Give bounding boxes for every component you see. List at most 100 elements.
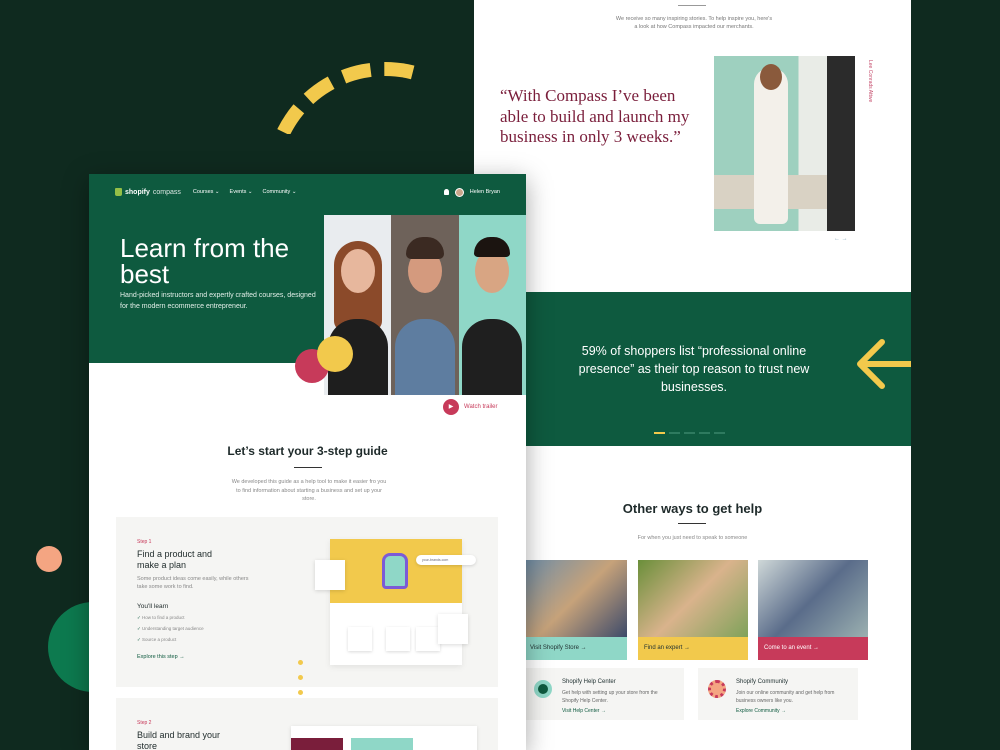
shopify-compass-logo[interactable]: shopify compass: [115, 188, 181, 196]
nav-item-events[interactable]: Events ⌄: [230, 189, 253, 195]
nav-label: Courses: [192, 189, 214, 195]
stat-band: 59% of shoppers list “professional onlin…: [474, 292, 911, 446]
help-card-label: Find an expert →: [638, 637, 748, 660]
top-nav: shopify compass Courses ⌄ Events ⌄ Commu…: [115, 186, 500, 198]
help-card-image: [524, 560, 627, 637]
learn-list: How to find a product Understanding targ…: [137, 615, 204, 648]
testimonial-quote: “With Compass I’ve been able to build an…: [500, 86, 690, 147]
help-card-label: Visit Shopify Store →: [524, 637, 627, 660]
carousel-dots[interactable]: [654, 432, 725, 434]
connector-dot: [298, 660, 303, 665]
arrow-left-icon[interactable]: [854, 334, 911, 394]
learn-item: Source a product: [137, 637, 204, 643]
resource-link[interactable]: Visit Help Center →: [562, 708, 674, 716]
resource-title: Shopify Community: [736, 679, 789, 685]
logo-brand: shopify: [125, 188, 150, 196]
community-icon: [708, 680, 726, 698]
step-title: Build and brand your store: [137, 730, 221, 750]
step-description: Some product ideas come easily, while ot…: [137, 576, 249, 591]
resource-link-text[interactable]: Explore Community: [736, 708, 780, 714]
section-rule: [294, 467, 322, 468]
guide-subtitle: We developed this guide as a help tool t…: [231, 479, 387, 503]
help-card-expert[interactable]: Find an expert →: [638, 560, 748, 660]
help-card-label: Come to an event →: [758, 637, 868, 660]
guide-title: Let’s start your 3-step guide: [227, 444, 388, 458]
play-icon: ▶: [443, 399, 459, 415]
help-card-store[interactable]: Visit Shopify Store →: [524, 560, 627, 660]
url-pill: your-brands.com: [416, 555, 476, 565]
product-thumb: [416, 627, 440, 651]
photo-hair: [405, 237, 444, 259]
stat-text: 59% of shoppers list “professional onlin…: [578, 344, 810, 395]
floating-card: [315, 560, 345, 590]
step-label: Step 2: [137, 720, 152, 726]
nav-label: Events: [229, 189, 247, 195]
resource-title: Shopify Help Center: [562, 679, 616, 685]
carousel-dot[interactable]: [654, 432, 665, 434]
learn-item: Understanding target audience: [137, 626, 204, 632]
hero-title: Learn from the best: [120, 233, 290, 289]
nav-label: Community: [262, 189, 291, 195]
section-rule: [678, 523, 706, 524]
resource-desc: Get help with setting up your store from…: [562, 690, 658, 704]
help-card-text: Find an expert: [644, 645, 683, 651]
watch-trailer-button[interactable]: ▶ Watch trailer: [443, 399, 497, 415]
photo-body: [394, 319, 455, 395]
logo-product: compass: [152, 188, 181, 196]
explore-step-link[interactable]: Explore this step →: [137, 654, 185, 660]
floating-card: [438, 614, 468, 644]
instructor-photo: [391, 215, 459, 395]
help-card-text: Visit Shopify Store: [530, 645, 579, 651]
avatar[interactable]: [454, 187, 464, 197]
testimonial-side-label: Lee Conrads Attwe: [867, 60, 873, 103]
learn-heading: You'll learn: [137, 603, 169, 610]
photo-body: [462, 319, 523, 395]
store-mockup-2: [291, 726, 477, 750]
photo-shelf: [827, 56, 855, 231]
backpack-product-image: [382, 553, 408, 589]
testimonial-photo: [714, 56, 855, 231]
photo-person: [754, 68, 788, 224]
nav-item-community[interactable]: Community ⌄: [263, 189, 297, 195]
resource-link[interactable]: Explore Community →: [736, 708, 848, 716]
carousel-dot[interactable]: [699, 432, 710, 434]
user-name[interactable]: Helen Bryan: [470, 189, 500, 195]
nav-item-courses[interactable]: Courses ⌄: [193, 189, 220, 195]
resource-link-text[interactable]: Visit Help Center: [562, 708, 599, 714]
front-page-mockup: shopify compass Courses ⌄ Events ⌄ Commu…: [89, 174, 526, 750]
photo-head: [760, 64, 782, 90]
decorative-yellow-circle: [317, 336, 353, 372]
mockup-block: [291, 738, 343, 750]
connector-dot: [298, 675, 303, 680]
shopify-bag-icon: [115, 188, 122, 196]
bell-icon[interactable]: [443, 189, 449, 195]
carousel-dot[interactable]: [714, 432, 725, 434]
decorative-peach-dot: [36, 546, 62, 572]
back-page-mockup: We receive so many inspiring stories. To…: [474, 0, 911, 750]
carousel-dot[interactable]: [669, 432, 680, 434]
instructor-portraits: [324, 215, 526, 395]
photo-hair: [474, 237, 511, 257]
hero-subtitle: Hand-picked instructors and expertly cra…: [120, 292, 316, 310]
photo-face: [340, 249, 375, 293]
carousel-dot[interactable]: [684, 432, 695, 434]
learn-item: How to find a product: [137, 615, 204, 621]
help-card-text: Come to an event: [764, 645, 812, 651]
step-card-1: Step 1 Find a product and make a plan So…: [116, 517, 498, 687]
store-mockup-banner: [330, 539, 462, 603]
nav-user-area: Helen Bryan: [443, 187, 500, 197]
product-thumb: [386, 627, 410, 651]
help-center-icon: [534, 680, 552, 698]
stories-intro: We receive so many inspiring stories. To…: [615, 16, 773, 31]
connector-dot: [298, 690, 303, 695]
help-card-event[interactable]: Come to an event →: [758, 560, 868, 660]
step-title: Find a product and make a plan: [137, 549, 213, 571]
help-card-image: [638, 560, 748, 637]
explore-label[interactable]: Explore this step: [137, 654, 178, 660]
product-thumb: [348, 627, 372, 651]
resource-help-center: Shopify Help Center Get help with settin…: [524, 668, 684, 720]
carousel-arrows[interactable]: ← →: [834, 236, 848, 242]
resource-community: Shopify Community Join our online commun…: [698, 668, 858, 720]
help-card-image: [758, 560, 868, 637]
other-help-subtitle: For when you just need to speak to someo…: [637, 535, 748, 541]
